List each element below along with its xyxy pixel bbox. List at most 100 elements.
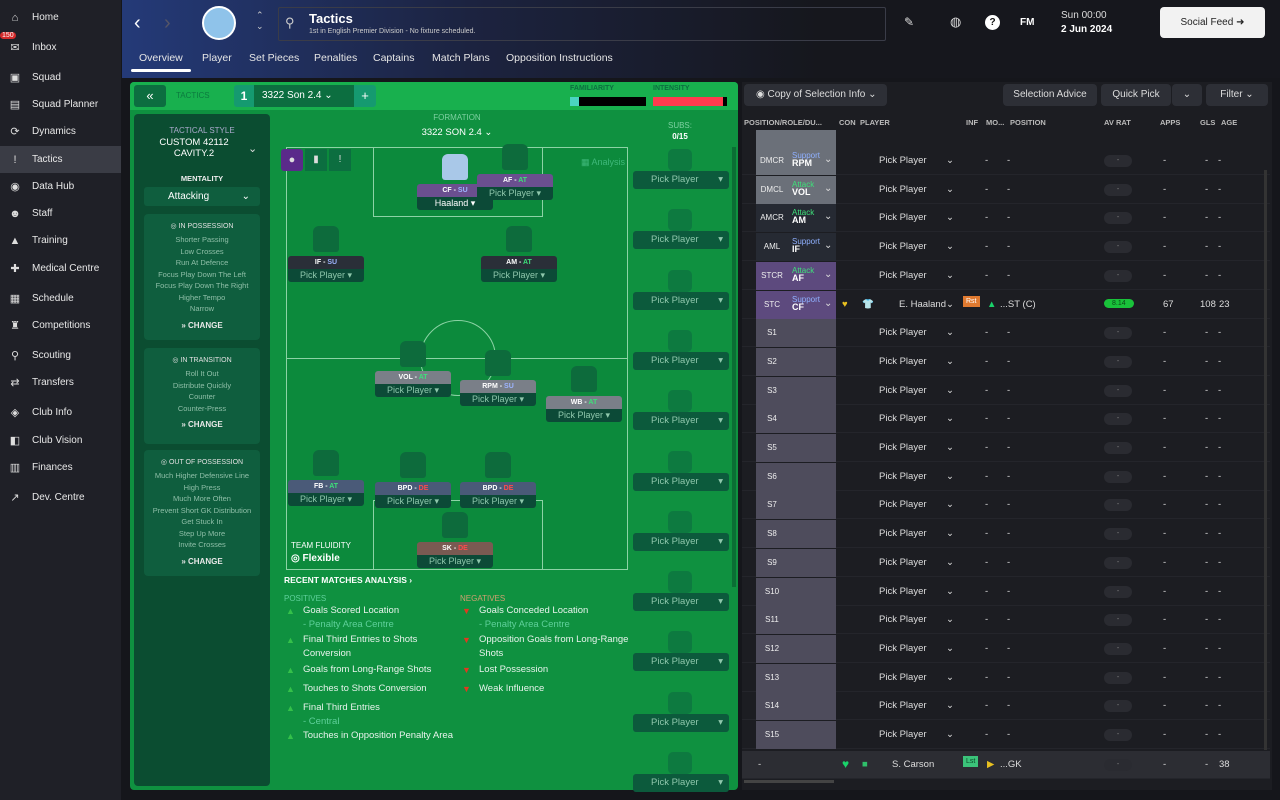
player-select[interactable]: Pick Player ▾ bbox=[375, 495, 451, 508]
tab-opposition-instructions[interactable]: Opposition Instructions bbox=[506, 52, 613, 64]
table-scrollbar[interactable] bbox=[1264, 170, 1267, 750]
sidebar-item-transfers[interactable]: ⇄ Transfers bbox=[0, 369, 121, 396]
sidebar-item-competitions[interactable]: ♜ Competitions bbox=[0, 312, 121, 339]
role-label[interactable]: IF - SU bbox=[288, 256, 364, 269]
chevron-down-icon[interactable]: ⌄ bbox=[248, 142, 257, 155]
pitch-player-slot[interactable]: SK - DE Pick Player ▾ bbox=[417, 512, 493, 568]
stats-view-icon[interactable]: ▮ bbox=[305, 149, 327, 171]
role-label[interactable]: RPM - SU bbox=[460, 380, 536, 393]
sidebar-item-club-vision[interactable]: ◧ Club Vision bbox=[0, 427, 121, 454]
help-icon[interactable]: ? bbox=[985, 15, 1000, 30]
sub-pick-player[interactable]: Pick Player ▾ bbox=[633, 653, 729, 672]
globe-icon[interactable]: ◍ bbox=[950, 14, 961, 30]
edit-icon[interactable]: ✎ bbox=[904, 15, 914, 29]
sub-pick-player[interactable]: Pick Player ▾ bbox=[633, 291, 729, 310]
position-role-cell[interactable]: DMCR RPM Support ⌄ bbox=[756, 147, 836, 175]
tab-captains[interactable]: Captains bbox=[373, 52, 414, 64]
pitch-player-slot[interactable]: IF - SU Pick Player ▾ bbox=[288, 226, 364, 282]
table-row[interactable]: S4 Pick Player ⌄ - - - - - - bbox=[742, 405, 1270, 434]
change-button[interactable]: » CHANGE bbox=[144, 420, 260, 429]
tab-player[interactable]: Player bbox=[202, 52, 232, 64]
filter-button[interactable]: Filter ⌄ bbox=[1206, 84, 1268, 106]
tab-penalties[interactable]: Penalties bbox=[314, 52, 357, 64]
table-row[interactable]: DMCL VOL Attack ⌄ Pick Player ⌄ - - - - - - bbox=[742, 175, 1270, 204]
sub-pick-player[interactable]: Pick Player ▾ bbox=[633, 472, 729, 491]
column-header[interactable]: APPS bbox=[1160, 118, 1180, 127]
table-row[interactable]: S14 Pick Player ⌄ - - - - - - bbox=[742, 692, 1270, 721]
table-row[interactable]: S9 Pick Player ⌄ - - - - - - bbox=[742, 548, 1270, 577]
game-time[interactable]: Sun 00:00 bbox=[1061, 10, 1107, 21]
sub-pick-player[interactable]: Pick Player ▾ bbox=[633, 231, 729, 250]
sidebar-item-training[interactable]: ▲ Training bbox=[0, 227, 121, 254]
table-row[interactable]: S3 Pick Player ⌄ - - - - - - bbox=[742, 376, 1270, 405]
tactic-slot-button[interactable]: 1 bbox=[234, 85, 254, 107]
table-row[interactable]: DMCR RPM Support ⌄ Pick Player ⌄ - - - - - - bbox=[742, 147, 1270, 175]
position-role-cell[interactable]: AML IF Support ⌄ bbox=[756, 233, 836, 262]
fm-menu-button[interactable]: FM bbox=[1020, 17, 1034, 28]
sub-pick-player[interactable]: Pick Player ▾ bbox=[633, 412, 729, 431]
sidebar-item-staff[interactable]: ☻ Staff bbox=[0, 200, 121, 227]
table-row[interactable]: AML IF Support ⌄ Pick Player ⌄ - - - - - - bbox=[742, 233, 1270, 262]
role-label[interactable]: BPD - DE bbox=[460, 482, 536, 495]
club-crest-icon[interactable] bbox=[202, 6, 236, 40]
table-row[interactable]: S11 Pick Player ⌄ - - - - - - bbox=[742, 606, 1270, 635]
pitch-player-slot[interactable]: RPM - SU Pick Player ▾ bbox=[460, 350, 536, 406]
player-select[interactable]: Pick Player ▾ bbox=[481, 269, 557, 282]
table-row[interactable]: S15 Pick Player ⌄ - - - - - - bbox=[742, 721, 1270, 749]
chevron-down-icon[interactable]: ⌄ bbox=[824, 240, 832, 251]
table-row[interactable]: STC CF Support ⌄ ♥ 👕 E. Haaland ⌄ Rst ▲ ...ST (C) 8… bbox=[742, 290, 1270, 319]
position-role-cell[interactable]: STCR AF Attack ⌄ bbox=[756, 261, 836, 290]
role-label[interactable]: SK - DE bbox=[417, 542, 493, 555]
quick-pick-button[interactable]: Quick Pick bbox=[1101, 84, 1171, 106]
sidebar-item-data-hub[interactable]: ◉ Data Hub bbox=[0, 173, 121, 200]
pitch-player-slot[interactable]: VOL - AT Pick Player ▾ bbox=[375, 341, 451, 397]
sidebar-item-scouting[interactable]: ⚲ Scouting bbox=[0, 342, 121, 369]
subs-scrollbar[interactable] bbox=[732, 147, 736, 587]
tab-set-pieces[interactable]: Set Pieces bbox=[249, 52, 299, 64]
player-select[interactable]: Pick Player ▾ bbox=[288, 493, 364, 506]
player-select[interactable]: Pick Player ▾ bbox=[288, 269, 364, 282]
tactical-style-value[interactable]: CUSTOM 42112 CAVITY.2 bbox=[154, 137, 234, 159]
social-feed-button[interactable]: Social Feed ➜ bbox=[1160, 7, 1265, 38]
position-role-cell[interactable]: DMCL VOL Attack ⌄ bbox=[756, 175, 836, 204]
chevron-down-icon[interactable]: ⌄ bbox=[824, 211, 832, 222]
selection-advice-button[interactable]: Selection Advice bbox=[1003, 84, 1097, 106]
player-select[interactable]: Pick Player ▾ bbox=[546, 409, 622, 422]
tab-overview[interactable]: Overview bbox=[131, 52, 191, 72]
sub-pick-player[interactable]: Pick Player ▾ bbox=[633, 532, 729, 551]
sub-pick-player[interactable]: Pick Player ▾ bbox=[633, 713, 729, 732]
table-row[interactable]: S12 Pick Player ⌄ - - - - - - bbox=[742, 634, 1270, 663]
pitch-player-slot[interactable]: BPD - DE Pick Player ▾ bbox=[375, 452, 451, 508]
table-row[interactable]: S6 Pick Player ⌄ - - - - - - bbox=[742, 462, 1270, 491]
alert-view-icon[interactable]: ! bbox=[329, 149, 351, 171]
player-view-icon[interactable]: ● bbox=[281, 149, 303, 171]
table-row[interactable]: S5 Pick Player ⌄ - - - - - - bbox=[742, 434, 1270, 462]
analysis-button[interactable]: ▦ Analysis bbox=[581, 157, 625, 168]
chevron-down-icon[interactable]: ⌄ bbox=[824, 298, 832, 309]
search-bar[interactable]: ⚲ Tactics 1st in English Premier Divisio… bbox=[278, 7, 886, 41]
sidebar-item-schedule[interactable]: ▦ Schedule bbox=[0, 285, 121, 312]
sub-pick-player[interactable]: Pick Player ▾ bbox=[633, 774, 729, 792]
position-role-cell[interactable]: AMCR AM Attack ⌄ bbox=[756, 204, 836, 233]
mentality-select[interactable]: Attacking ⌄ bbox=[144, 187, 260, 206]
pitch-player-slot[interactable]: AF - AT Pick Player ▾ bbox=[477, 144, 553, 200]
table-row[interactable]: S13 Pick Player ⌄ - - - - - - bbox=[742, 663, 1270, 692]
sidebar-item-home[interactable]: ⌂ Home bbox=[0, 4, 121, 31]
club-switch-icon[interactable]: ⌃ ⌄ bbox=[256, 10, 264, 32]
pitch-player-slot[interactable]: WB - AT Pick Player ▾ bbox=[546, 366, 622, 422]
sidebar-item-finances[interactable]: ▥ Finances bbox=[0, 454, 121, 481]
sidebar-item-club-info[interactable]: ◈ Club Info bbox=[0, 399, 121, 426]
change-button[interactable]: » CHANGE bbox=[144, 321, 260, 330]
table-row[interactable]: S2 Pick Player ⌄ - - - - - - bbox=[742, 347, 1270, 376]
column-header[interactable]: AGE bbox=[1221, 118, 1237, 127]
forward-button[interactable]: › bbox=[164, 12, 171, 35]
back-button[interactable]: ‹ bbox=[134, 12, 141, 35]
table-row[interactable]: AMCR AM Attack ⌄ Pick Player ⌄ - - - - - - bbox=[742, 204, 1270, 233]
column-header[interactable]: INF bbox=[966, 118, 978, 127]
column-header[interactable]: POSITION bbox=[1010, 118, 1046, 127]
player-select[interactable]: Pick Player ▾ bbox=[375, 384, 451, 397]
player-select[interactable]: Pick Player ▾ bbox=[417, 555, 493, 568]
chevron-down-icon[interactable]: ⌄ bbox=[824, 154, 832, 165]
game-date[interactable]: 2 Jun 2024 bbox=[1061, 24, 1112, 35]
sidebar-item-squad-planner[interactable]: ▤ Squad Planner bbox=[0, 91, 121, 118]
